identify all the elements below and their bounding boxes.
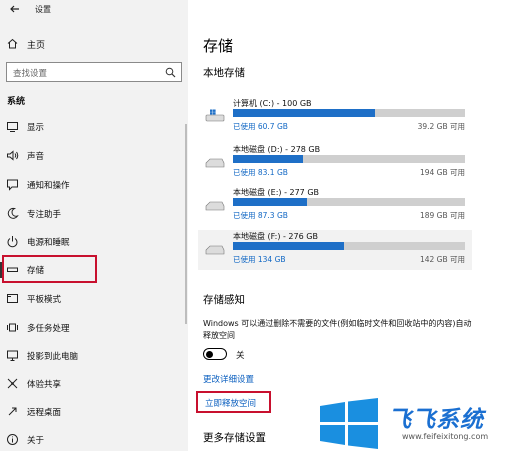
sidebar-item-label: 平板模式 [27,295,62,305]
drive-used: 已使用 60.7 GB [233,122,288,131]
sidebar-item-label: 电源和睡眠 [27,238,70,248]
drive-c[interactable]: 计算机 (C:) - 100 GB 已使用 60.7 GB 39.2 GB 可用 [198,97,472,137]
sidebar-item-tablet-mode[interactable]: 平板模式 [0,286,185,312]
drive-icon [205,201,225,211]
sidebar-item-sound[interactable]: 声音 [0,143,185,169]
home-icon [7,38,18,49]
notification-icon [7,179,18,191]
drive-usage-bar [233,155,465,163]
drive-usage-bar [233,109,465,117]
more-storage-settings-heading: 更多存储设置 [203,432,266,444]
drive-name: 计算机 (C:) - 100 GB [233,99,312,108]
windows-drive-icon [205,109,225,122]
sidebar-item-project[interactable]: 投影到此电脑 [0,343,185,369]
storage-sense-heading: 存储感知 [203,294,245,306]
drive-used: 已使用 134 GB [233,255,286,264]
sidebar-item-home[interactable]: 主页 [0,34,188,54]
drive-free: 194 GB 可用 [419,168,465,177]
sidebar-item-label: 投影到此电脑 [27,352,79,362]
multitask-icon [7,323,18,332]
drive-d[interactable]: 本地磁盘 (D:) - 278 GB 已使用 83.1 GB 194 GB 可用 [198,143,472,183]
monitor-icon [7,122,18,132]
highlight-box-storage [2,255,97,283]
sidebar-item-label: 多任务处理 [27,324,70,334]
moon-icon [7,207,19,219]
watermark-brand: 飞飞系统 [388,407,484,433]
sidebar-item-label: 声音 [27,152,45,162]
sidebar-item-about[interactable]: 关于 [0,427,185,451]
title-bar: 设置 [0,0,188,20]
drive-free: 189 GB 可用 [419,211,465,220]
drive-usage-bar [233,198,465,206]
storage-sense-description: Windows 可以通过删除不需要的文件(例如临时文件和回收站中的内容)自动释放… [203,319,472,340]
toggle-state-label: 关 [236,351,245,361]
search-placeholder: 查找设置 [13,69,48,79]
section-title: 系统 [7,97,26,107]
share-icon [7,378,18,389]
sidebar-item-display[interactable]: 显示 [0,114,185,140]
drive-free: 142 GB 可用 [419,255,465,264]
drive-name: 本地磁盘 (F:) - 276 GB [233,232,318,241]
sidebar-scrollbar[interactable] [185,124,187,324]
drive-used: 已使用 87.3 GB [233,211,288,220]
back-arrow-icon[interactable] [10,4,20,14]
sidebar-item-label: 主页 [27,41,46,51]
remote-desktop-icon [8,407,17,416]
drive-usage-fill [233,109,375,117]
local-storage-heading: 本地存储 [203,67,245,79]
search-input[interactable]: 查找设置 [6,62,182,82]
sidebar-item-power[interactable]: 电源和睡眠 [0,229,185,255]
sidebar-item-remote-desktop[interactable]: 远程桌面 [0,399,185,425]
drive-usage-bar [233,242,465,250]
search-icon[interactable] [165,67,176,78]
sidebar-item-label: 通知和操作 [27,181,70,191]
sidebar-item-multitasking[interactable]: 多任务处理 [0,315,185,341]
sidebar-item-label: 显示 [27,123,45,133]
drive-f[interactable]: 本地磁盘 (F:) - 276 GB 已使用 134 GB 142 GB 可用 [198,230,472,270]
windows-logo-icon [320,398,378,449]
page-title: 存储 [203,37,234,55]
sidebar-item-shared-experiences[interactable]: 体验共享 [0,371,185,397]
drive-free: 39.2 GB 可用 [417,122,465,131]
change-settings-link[interactable]: 更改详细设置 [203,373,254,385]
drive-icon [205,245,225,255]
drive-usage-fill [233,155,303,163]
speaker-icon [7,150,19,161]
watermark-url: www.feifeixitong.com [402,432,489,441]
highlight-box-free-up [196,391,271,413]
window-title: 设置 [35,5,51,14]
sidebar-item-notifications[interactable]: 通知和操作 [0,172,185,198]
drive-usage-fill [233,242,345,250]
storage-sense-toggle[interactable] [203,348,227,360]
project-icon [7,350,18,361]
drive-name: 本地磁盘 (E:) - 277 GB [233,188,320,197]
tablet-icon [7,294,18,303]
info-icon [7,434,18,445]
sidebar: 设置 主页 查找设置 系统 显示 声音 通知和操作 专注助手 电源和睡眠 存储 [0,0,188,451]
drive-used: 已使用 83.1 GB [233,168,288,177]
sidebar-item-label: 体验共享 [27,380,62,390]
drive-e[interactable]: 本地磁盘 (E:) - 277 GB 已使用 87.3 GB 189 GB 可用 [198,186,472,226]
toggle-knob [206,350,213,358]
drive-name: 本地磁盘 (D:) - 278 GB [233,145,321,154]
power-icon [7,236,18,248]
drive-icon [205,158,225,168]
drive-usage-fill [233,198,308,206]
sidebar-item-label: 远程桌面 [27,408,62,418]
sidebar-item-label: 关于 [27,436,45,446]
sidebar-item-focus-assist[interactable]: 专注助手 [0,201,185,227]
sidebar-item-label: 专注助手 [27,210,62,220]
